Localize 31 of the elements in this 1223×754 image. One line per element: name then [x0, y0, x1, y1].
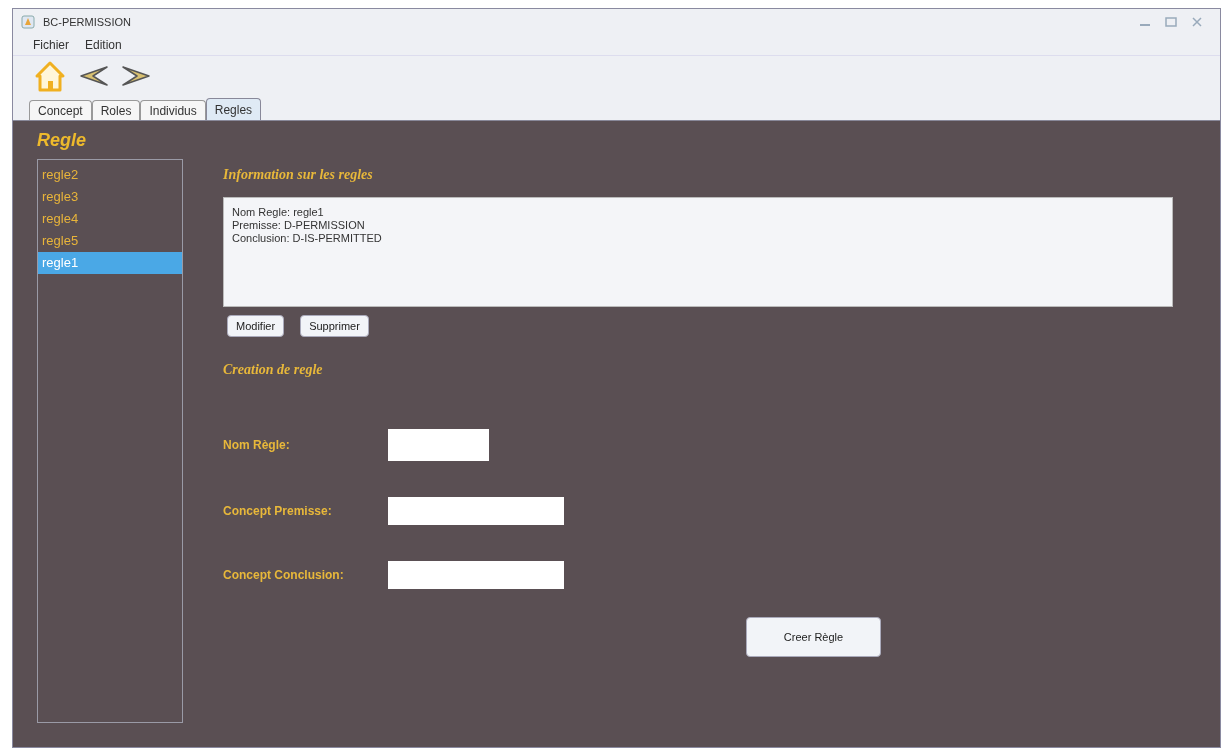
tab[interactable]: Regles [205, 98, 262, 120]
field-label: Concept Premisse: [223, 503, 333, 520]
panel-title: Regle [37, 128, 87, 152]
menu-item[interactable]: Edition [85, 36, 122, 54]
field-label: Concept Conclusion: [223, 567, 345, 584]
list-item[interactable]: regle2 [38, 164, 182, 186]
tab[interactable]: Roles [91, 100, 141, 120]
text-field[interactable] [388, 429, 489, 461]
text-field[interactable] [388, 497, 564, 525]
action-button[interactable]: Modifier [227, 315, 285, 337]
list-item[interactable]: regle5 [38, 230, 182, 252]
list-item[interactable]: regle4 [38, 208, 182, 230]
field-label: Nom Règle: [223, 437, 291, 454]
text-field[interactable] [388, 561, 564, 589]
forward-arrow-icon[interactable] [121, 63, 151, 88]
list-item[interactable]: regle3 [38, 186, 182, 208]
info-line: Premisse: D-PERMISSION [232, 219, 366, 232]
tab[interactable]: Concept [29, 100, 92, 120]
close-icon[interactable] [1190, 16, 1204, 28]
menu-item[interactable]: Fichier [33, 36, 69, 54]
action-button[interactable]: Supprimer [300, 315, 369, 337]
window-title: BC-PERMISSION [43, 14, 131, 30]
section-heading: Information sur les regles [223, 165, 373, 184]
tab[interactable]: Individus [140, 100, 206, 120]
back-arrow-icon[interactable] [79, 63, 109, 88]
info-line: Nom Regle: regle1 [232, 206, 325, 219]
app-icon [21, 15, 35, 29]
section-heading: Creation de regle [223, 360, 323, 379]
info-line: Conclusion: D-IS-PERMITTED [232, 232, 383, 245]
create-rule-button[interactable]: Creer Règle [746, 617, 881, 657]
maximize-icon[interactable] [1164, 16, 1178, 28]
